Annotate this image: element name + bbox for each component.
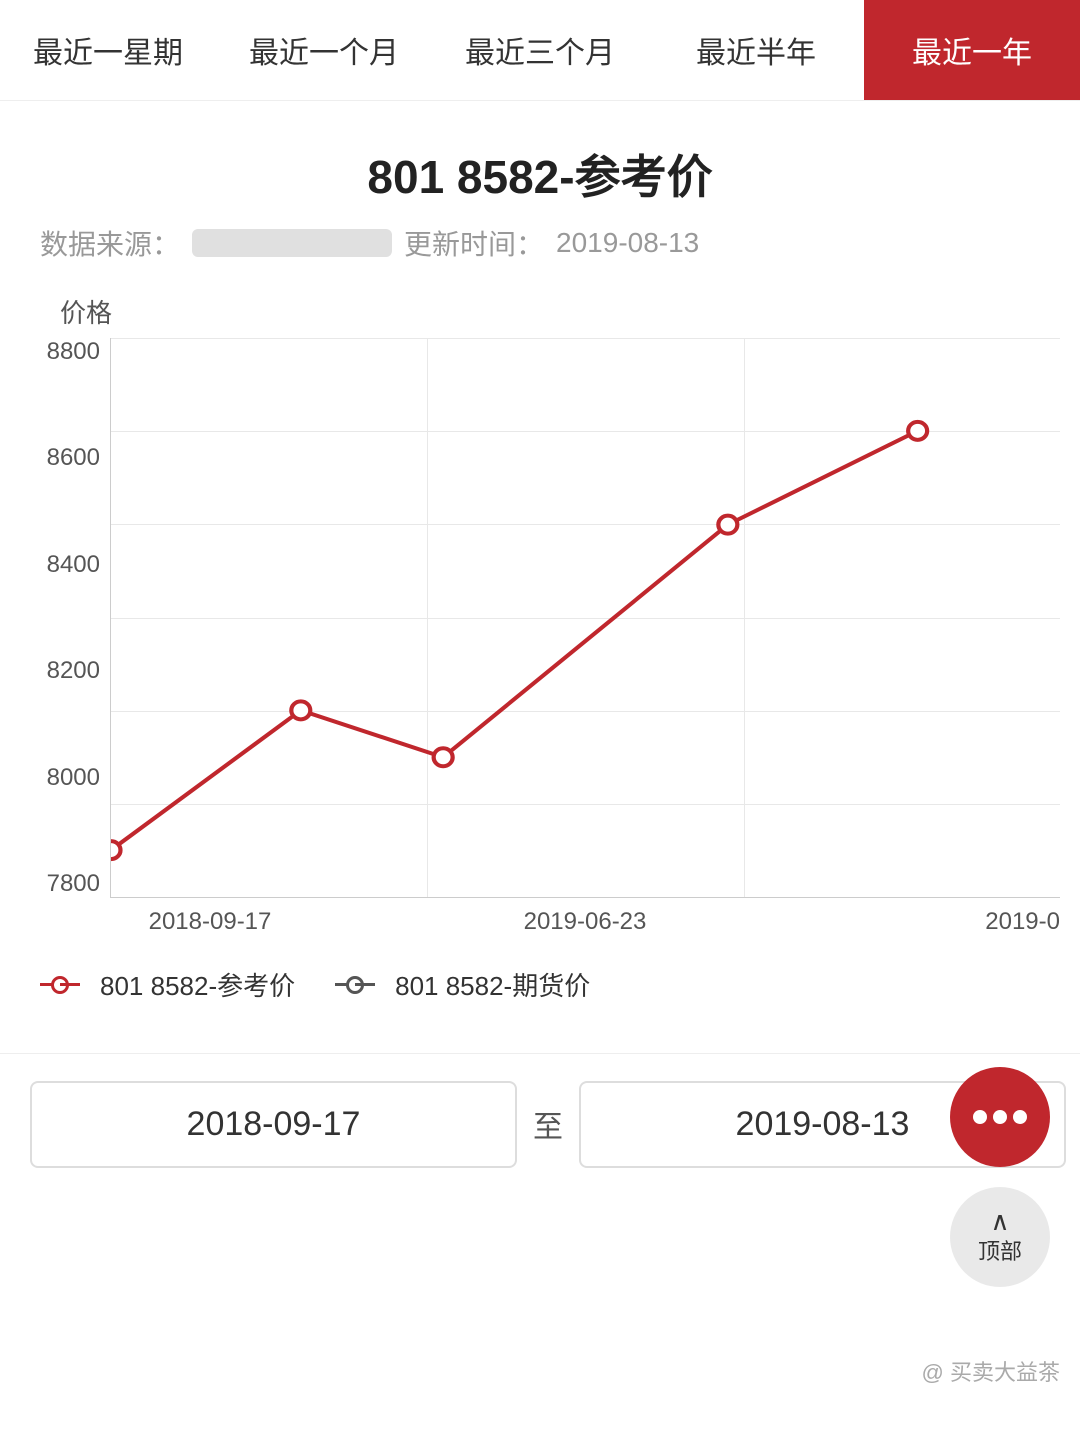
data-source-label: 数据来源： xyxy=(40,223,180,263)
scroll-to-top-button[interactable]: ∧ 顶部 xyxy=(950,1187,1050,1287)
y-tick-8200: 8200 xyxy=(47,657,100,685)
chart-svg xyxy=(111,338,1060,897)
x-tick-3: 2019-0 xyxy=(860,908,1060,936)
chart-plot xyxy=(110,338,1060,898)
chat-dot-3 xyxy=(1013,1110,1027,1124)
legend-item-gray: 801 8582-期货价 xyxy=(335,966,590,1003)
update-label: 更新时间： xyxy=(404,223,544,263)
y-tick-7800: 7800 xyxy=(47,870,100,898)
x-axis: 2018-09-17 2019-06-23 2019-0 xyxy=(20,898,1060,936)
update-date: 2019-08-13 xyxy=(556,227,699,259)
tab-week[interactable]: 最近一星期 xyxy=(0,0,216,100)
legend: 801 8582-参考价 801 8582-期货价 xyxy=(0,936,1080,1033)
chevron-up-icon: ∧ xyxy=(990,1208,1009,1234)
chat-fab-button[interactable] xyxy=(950,1067,1050,1167)
time-tabs: 最近一星期 最近一个月 最近三个月 最近半年 最近一年 xyxy=(0,0,1080,101)
chart-container: 价格 8800 8600 8400 8200 8000 7800 xyxy=(0,273,1080,936)
chat-dot-2 xyxy=(993,1110,1007,1124)
date-separator: 至 xyxy=(533,1102,563,1146)
start-date-input[interactable] xyxy=(30,1081,517,1168)
x-tick-2: 2019-06-23 xyxy=(485,908,685,936)
y-tick-8000: 8000 xyxy=(47,764,100,792)
data-source-blurred xyxy=(192,229,392,257)
legend-label-gray: 801 8582-期货价 xyxy=(395,966,590,1003)
tab-3months[interactable]: 最近三个月 xyxy=(432,0,648,100)
chart-header: 801 8582-参考价 数据来源： 更新时间： 2019-08-13 xyxy=(0,101,1080,273)
chart-meta: 数据来源： 更新时间： 2019-08-13 xyxy=(40,223,1040,263)
chart-title: 801 8582-参考价 xyxy=(40,141,1040,207)
y-axis-label: 价格 xyxy=(20,293,1060,330)
tab-month[interactable]: 最近一个月 xyxy=(216,0,432,100)
y-tick-8400: 8400 xyxy=(47,551,100,579)
tab-year[interactable]: 最近一年 xyxy=(864,0,1080,100)
date-range-bar: 至 查询 xyxy=(0,1053,1080,1194)
legend-item-red: 801 8582-参考价 xyxy=(40,966,295,1003)
watermark: @ 买卖大益茶 xyxy=(922,1355,1060,1387)
tab-halfyear[interactable]: 最近半年 xyxy=(648,0,864,100)
chat-dots xyxy=(973,1110,1027,1124)
y-axis: 8800 8600 8400 8200 8000 7800 xyxy=(20,338,110,898)
top-btn-label: 顶部 xyxy=(978,1234,1022,1266)
y-tick-8800: 8800 xyxy=(47,338,100,366)
legend-label-red: 801 8582-参考价 xyxy=(100,966,295,1003)
chart-wrap: 8800 8600 8400 8200 8000 7800 xyxy=(20,338,1060,898)
chat-dot-1 xyxy=(973,1110,987,1124)
y-tick-8600: 8600 xyxy=(47,444,100,472)
x-tick-1: 2018-09-17 xyxy=(110,908,310,936)
